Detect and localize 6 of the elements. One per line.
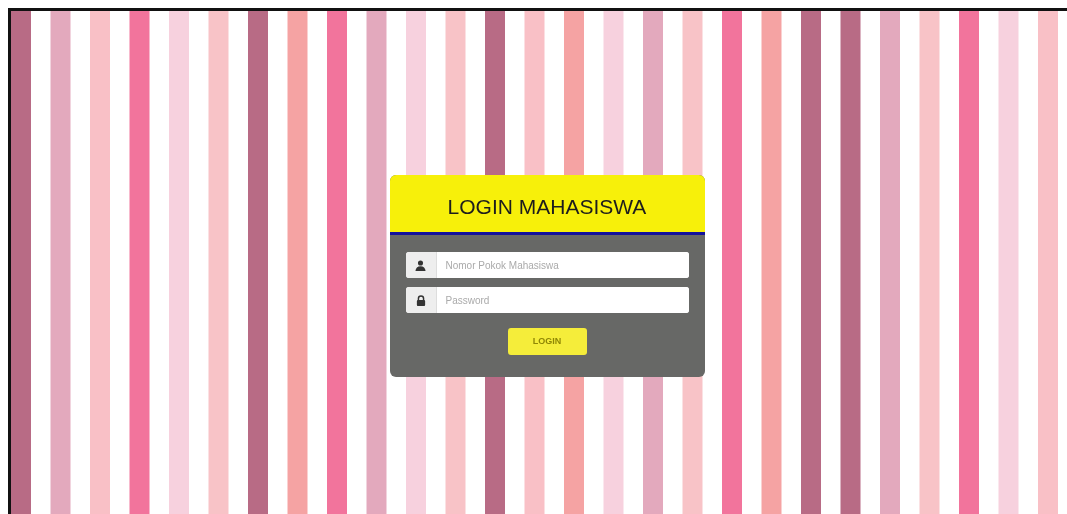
user-icon (415, 259, 426, 271)
lock-icon (415, 294, 426, 306)
login-button[interactable]: LOGIN (507, 328, 587, 355)
password-field[interactable]: Password (405, 287, 689, 313)
input-field[interactable]: Nomor Pokok Mahasiswa (405, 252, 689, 278)
login-title: LOGIN MAHASISWA (447, 193, 647, 220)
